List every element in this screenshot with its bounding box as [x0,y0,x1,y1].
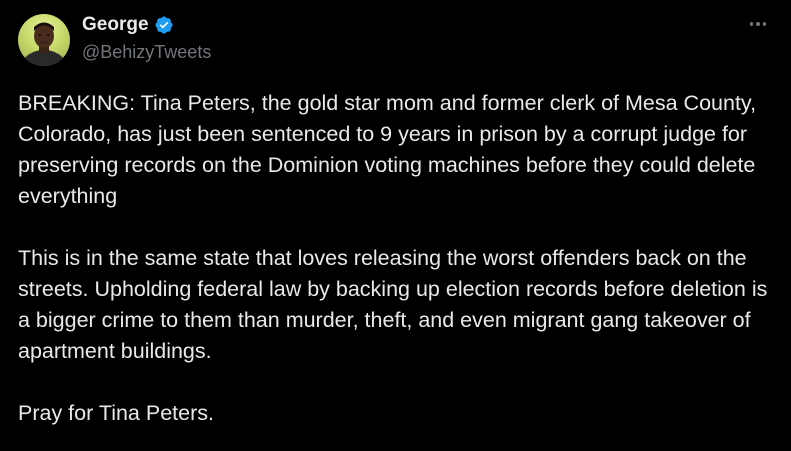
author-display-name[interactable]: George [82,13,149,37]
more-options-icon[interactable] [743,14,773,34]
tweet-paragraph: Pray for Tina Peters. [18,401,214,425]
tweet-card: George @BehizyTweets BREAKING: Tina Pete… [0,0,791,451]
tweet-text: BREAKING: Tina Peters, the gold star mom… [18,88,783,429]
avatar[interactable] [18,14,70,66]
author-handle[interactable]: @BehizyTweets [82,41,211,63]
tweet-paragraph: This is in the same state that loves rel… [18,246,774,363]
avatar-photo-icon [22,22,66,66]
verified-badge-icon [154,15,174,35]
author-name-row: George [82,13,174,37]
tweet-paragraph: BREAKING: Tina Peters, the gold star mom… [18,91,763,208]
